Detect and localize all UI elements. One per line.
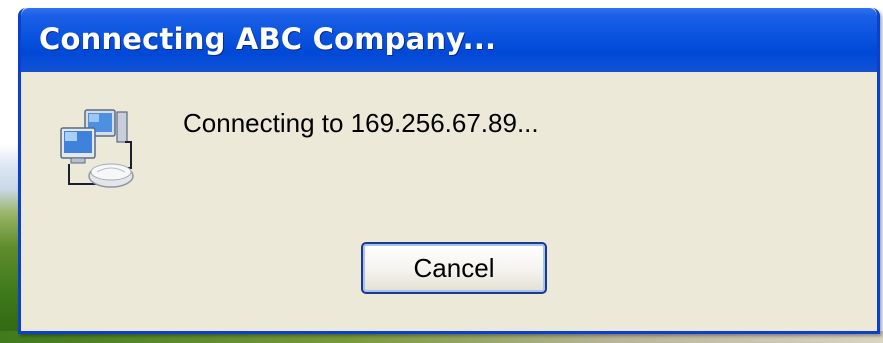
cancel-button[interactable]: Cancel [361, 242, 547, 294]
connection-message: Connecting to 169.256.67.89... [183, 108, 539, 138]
dialog-title: Connecting ABC Company... [39, 22, 497, 56]
network-connection-icon [60, 109, 134, 188]
dialog-content: Connecting to 169.256.67.89... Cancel [21, 72, 877, 331]
title-bar[interactable]: Connecting ABC Company... [21, 8, 877, 72]
connecting-dialog: Connecting ABC Company... Connecting to … [18, 8, 880, 334]
